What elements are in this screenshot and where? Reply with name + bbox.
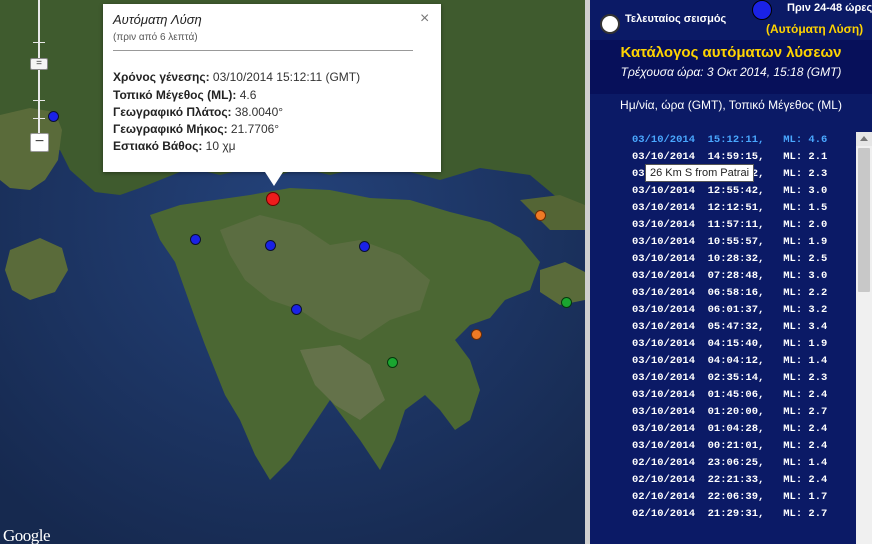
event-list-scrollbar[interactable] xyxy=(856,132,872,544)
panel-header: Κατάλογος αυτόματων λύσεων Τρέχουσα ώρα:… xyxy=(590,40,872,94)
event-list-item[interactable]: 03/10/2014 07:28:48, ML: 3.0 xyxy=(590,268,855,285)
panel-title: Κατάλογος αυτόματων λύσεων xyxy=(620,44,842,61)
quake-pin[interactable] xyxy=(359,241,370,252)
event-list-item[interactable]: 03/10/2014 04:04:12, ML: 1.4 xyxy=(590,353,855,370)
legend: Τελευταίος σεισμός Πριν 24-48 ώρες (Αυτό… xyxy=(590,0,872,40)
column-header: Ημ/νία, ώρα (GMT), Τοπικό Μέγεθος (ML) xyxy=(620,98,842,112)
event-list-panel: Τελευταίος σεισμός Πριν 24-48 ώρες (Αυτό… xyxy=(590,0,872,544)
latest-quake-icon xyxy=(600,14,620,34)
event-list-item[interactable]: 03/10/2014 06:01:37, ML: 3.2 xyxy=(590,302,855,319)
zoom-slider-handle[interactable]: = xyxy=(30,58,48,70)
event-list-item[interactable]: 03/10/2014 02:35:14, ML: 2.3 xyxy=(590,370,855,387)
current-time: Τρέχουσα ώρα: 3 Οκτ 2014, 15:18 (GMT) xyxy=(620,65,842,79)
info-row-depth: Εστιακό Βάθος: 10 χμ xyxy=(113,139,236,153)
event-list-item[interactable]: 03/10/2014 06:58:16, ML: 2.2 xyxy=(590,285,855,302)
info-row-magnitude: Τοπικό Μέγεθος (ML): 4.6 xyxy=(113,88,257,102)
event-list-item[interactable]: 02/10/2014 22:06:39, ML: 1.7 xyxy=(590,489,855,506)
quake-pin[interactable] xyxy=(291,304,302,315)
event-list-item[interactable]: 02/10/2014 23:06:25, ML: 1.4 xyxy=(590,455,855,472)
legend-latest-label: Τελευταίος σεισμός xyxy=(625,13,727,25)
quake-pin[interactable] xyxy=(471,329,482,340)
zoom-tick xyxy=(33,118,45,119)
quake-pin[interactable] xyxy=(265,240,276,251)
event-list-item[interactable]: 02/10/2014 22:21:33, ML: 2.4 xyxy=(590,472,855,489)
info-window-subtitle: (πριν από 6 λεπτά) xyxy=(113,32,198,43)
event-list-item[interactable]: 03/10/2014 11:57:11, ML: 2.0 xyxy=(590,217,855,234)
legend-older-label: Πριν 24-48 ώρες xyxy=(787,2,872,14)
info-row-origin-time: Χρόνος γένεσης: 03/10/2014 15:12:11 (GMT… xyxy=(113,70,361,84)
legend-auto-label: (Αυτόματη Λύση) xyxy=(766,22,864,36)
close-icon[interactable]: × xyxy=(420,10,429,28)
map-view[interactable]: = − Αυτόματη Λύση (πριν από 6 λεπτά) × Χ… xyxy=(0,0,585,544)
quake-pin-latest[interactable] xyxy=(266,192,280,206)
info-window: Αυτόματη Λύση (πριν από 6 λεπτά) × Χρόνο… xyxy=(103,4,441,186)
event-list-item[interactable]: 03/10/2014 01:45:06, ML: 2.4 xyxy=(590,387,855,404)
zoom-slider-track[interactable] xyxy=(38,0,40,150)
event-list-item[interactable]: 03/10/2014 01:04:28, ML: 2.4 xyxy=(590,421,855,438)
event-list-item[interactable]: 03/10/2014 10:28:32, ML: 2.5 xyxy=(590,251,855,268)
event-list-item[interactable]: 03/10/2014 00:21:01, ML: 2.4 xyxy=(590,438,855,455)
info-window-tail xyxy=(265,172,283,186)
event-list-item[interactable]: 03/10/2014 10:55:57, ML: 1.9 xyxy=(590,234,855,251)
google-logo: Google xyxy=(3,526,51,544)
event-list-item[interactable]: 02/10/2014 21:29:31, ML: 2.7 xyxy=(590,506,855,523)
quake-pin[interactable] xyxy=(387,357,398,368)
info-row-latitude: Γεωγραφικό Πλάτος: 38.0040° xyxy=(113,105,284,119)
event-list-item[interactable]: 03/10/2014 12:55:42, ML: 3.0 xyxy=(590,183,855,200)
zoom-tick xyxy=(33,42,45,43)
zoom-tick xyxy=(33,100,45,101)
scrollbar-thumb[interactable] xyxy=(858,148,870,292)
info-row-longitude: Γεωγραφικό Μήκος: 21.7706° xyxy=(113,122,280,136)
event-list-item[interactable]: 03/10/2014 04:15:40, ML: 1.9 xyxy=(590,336,855,353)
quake-pin[interactable] xyxy=(561,297,572,308)
quake-pin[interactable] xyxy=(48,111,59,122)
event-list-item[interactable]: 03/10/2014 05:47:32, ML: 3.4 xyxy=(590,319,855,336)
scroll-up-icon[interactable] xyxy=(856,132,872,146)
event-list-item[interactable]: 03/10/2014 15:12:11, ML: 4.6 xyxy=(590,132,855,149)
info-window-title: Αυτόματη Λύση xyxy=(113,12,202,27)
quake-pin[interactable] xyxy=(190,234,201,245)
quake-pin[interactable] xyxy=(535,210,546,221)
hover-tooltip: 26 Km S from Patrai xyxy=(645,164,755,182)
zoom-out-button[interactable]: − xyxy=(30,133,49,152)
event-list-item[interactable]: 03/10/2014 12:12:51, ML: 1.5 xyxy=(590,200,855,217)
info-window-divider xyxy=(113,50,413,51)
event-list-item[interactable]: 03/10/2014 01:20:00, ML: 2.7 xyxy=(590,404,855,421)
event-list[interactable]: 03/10/2014 15:12:11, ML: 4.6 03/10/2014 1… xyxy=(590,132,855,544)
older-quake-icon xyxy=(752,0,772,20)
